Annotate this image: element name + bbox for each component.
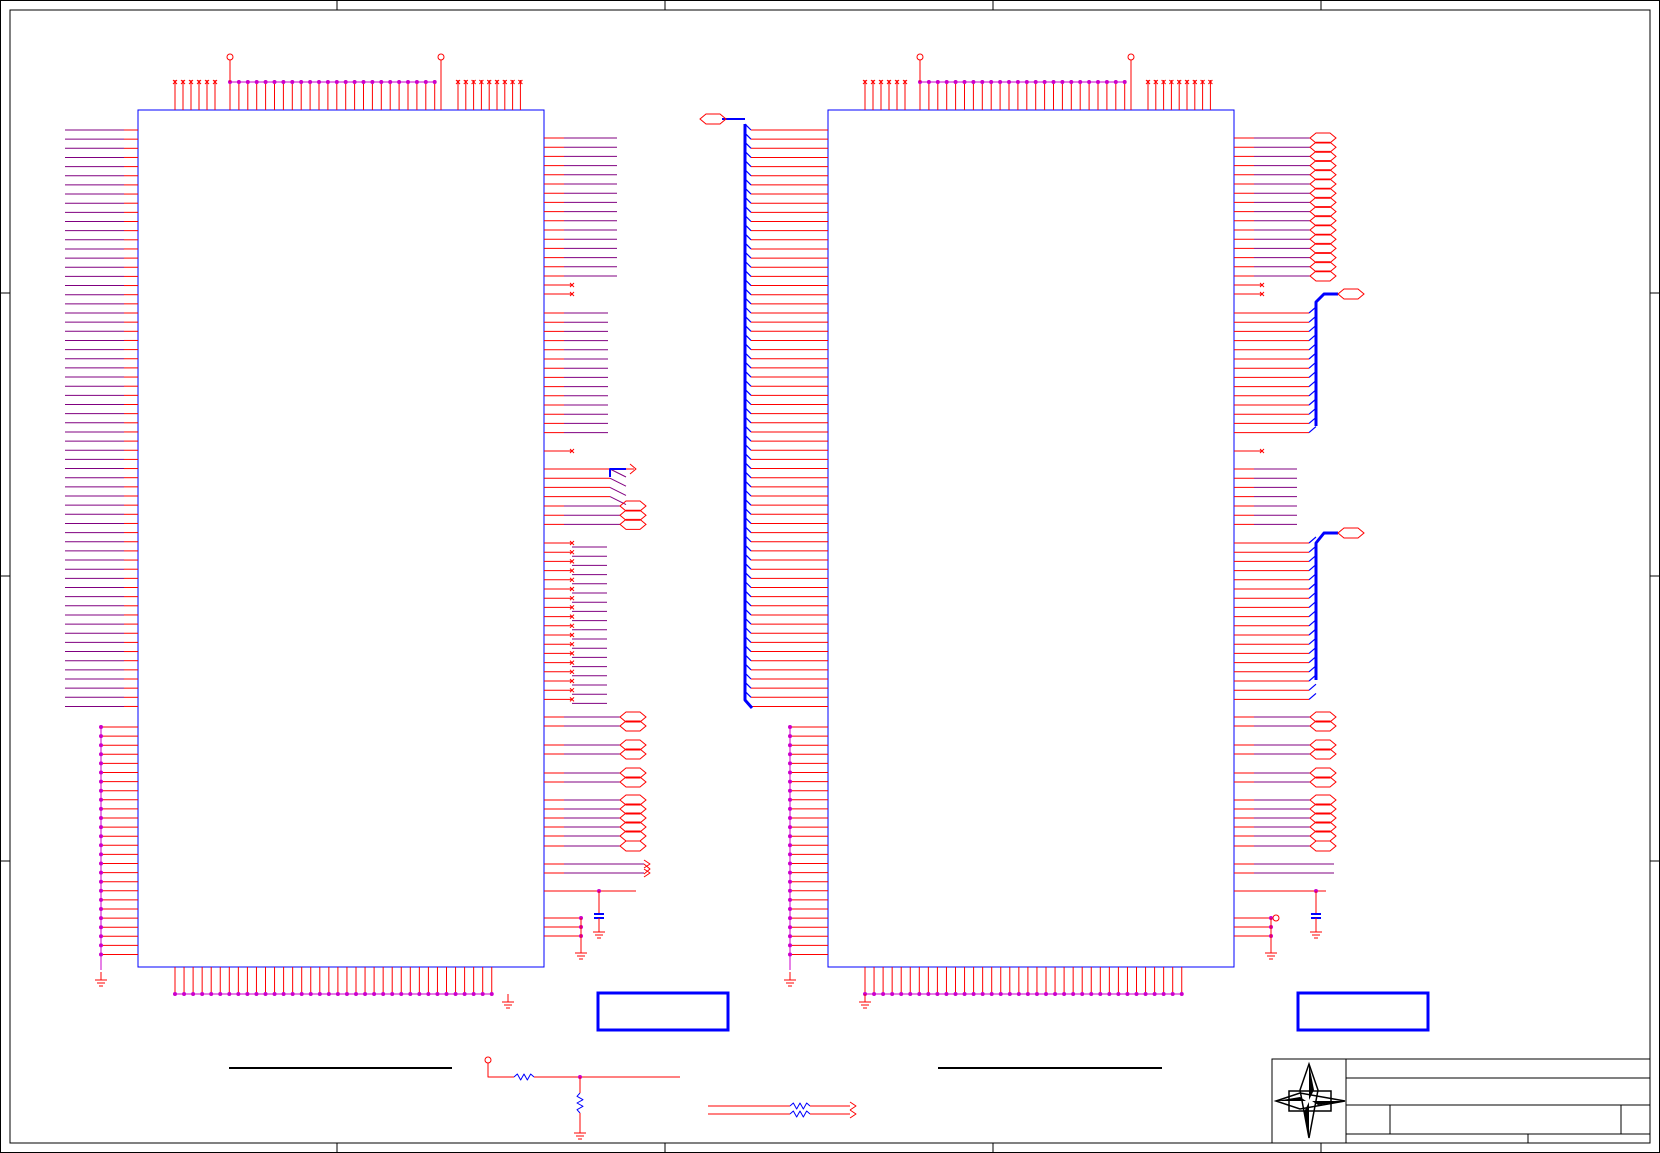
power-pin-icon xyxy=(1272,914,1280,922)
outer-frame xyxy=(0,0,1660,1153)
port-icon xyxy=(1309,206,1337,218)
resistor-icon xyxy=(513,1073,535,1081)
title-block xyxy=(1271,1058,1651,1144)
port-icon xyxy=(1309,261,1337,273)
port-icon xyxy=(1309,187,1337,199)
resistor-icon xyxy=(789,1102,811,1110)
resistor-icon xyxy=(789,1110,811,1118)
port-icon xyxy=(1309,132,1337,144)
bus-port-icon xyxy=(1337,288,1365,300)
schematic-sheet xyxy=(0,0,1660,1153)
wire xyxy=(487,1063,514,1078)
port-icon xyxy=(1309,215,1337,227)
misc-circuitry xyxy=(229,1056,1162,1140)
chip-label-box xyxy=(596,991,730,1032)
power-pin-icon xyxy=(437,53,445,61)
port-icon xyxy=(1309,150,1337,162)
port-icon xyxy=(619,518,647,530)
power-pin-icon xyxy=(1127,53,1135,61)
ground-icon xyxy=(784,972,796,987)
bus-entry xyxy=(609,468,627,478)
port-icon xyxy=(619,500,647,512)
ground-icon xyxy=(859,994,871,1009)
port-icon xyxy=(1309,224,1337,236)
bus-port-icon xyxy=(1337,527,1365,539)
port-icon xyxy=(1309,233,1337,245)
bus-line xyxy=(1314,531,1338,680)
capacitor-icon xyxy=(594,913,604,919)
ic-body xyxy=(827,109,1235,968)
port-icon xyxy=(1309,178,1337,190)
capacitor-icon xyxy=(1311,913,1321,919)
port-icon xyxy=(1309,169,1337,181)
bus-entry xyxy=(1308,692,1317,700)
chip-label-box xyxy=(1296,991,1430,1032)
port-icon xyxy=(1309,196,1337,208)
power-pin-icon xyxy=(226,53,234,61)
sheet-border xyxy=(0,0,1660,1153)
port-icon xyxy=(1309,840,1337,852)
port-icon xyxy=(1309,252,1337,264)
ic-body xyxy=(137,109,545,968)
ground-icon xyxy=(575,945,587,960)
bus-entry xyxy=(609,486,627,496)
port-icon xyxy=(1309,242,1337,254)
ic-right-group xyxy=(699,53,1430,1032)
ground-icon xyxy=(1310,924,1322,939)
compass-star-logo-icon xyxy=(1273,1061,1346,1139)
power-pin-icon xyxy=(916,53,924,61)
bus-entry xyxy=(1308,426,1317,434)
port-icon xyxy=(619,509,647,521)
ground-icon xyxy=(95,972,107,987)
bus-entry xyxy=(1308,683,1317,691)
arrow-port-icon xyxy=(849,1101,857,1111)
ground-icon xyxy=(593,924,605,939)
port-icon xyxy=(1309,141,1337,153)
power-pin-icon xyxy=(484,1056,492,1064)
ground-icon xyxy=(1265,945,1277,960)
port-icon xyxy=(1309,270,1337,282)
bus-line xyxy=(1314,292,1338,426)
resistor-icon xyxy=(576,1092,584,1114)
port-icon xyxy=(619,840,647,852)
arrow-port-icon xyxy=(849,1109,857,1119)
ground-icon xyxy=(502,994,514,1009)
port-icon xyxy=(1309,160,1337,172)
ic-left-group xyxy=(65,53,730,1032)
bus-entry xyxy=(609,477,627,487)
ground-icon xyxy=(574,1125,586,1140)
